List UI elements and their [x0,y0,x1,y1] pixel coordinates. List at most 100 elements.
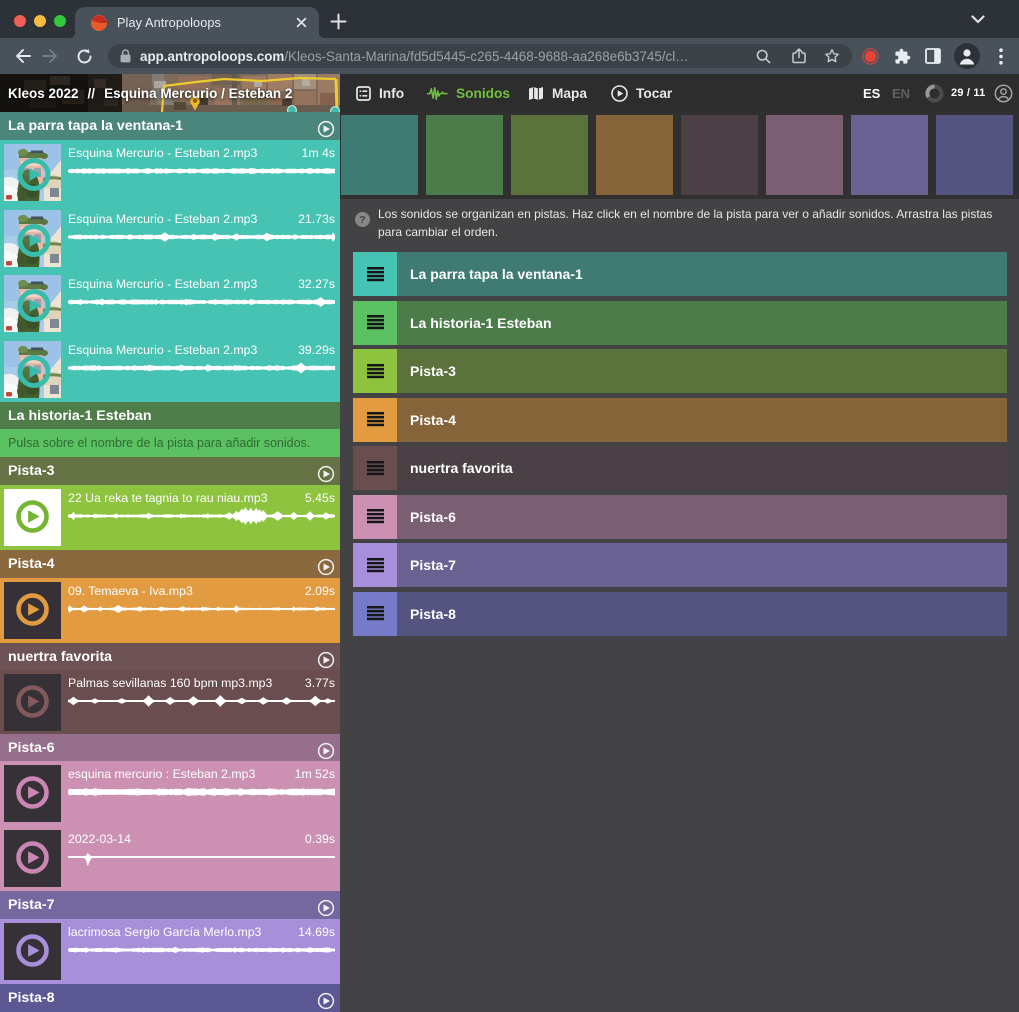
language-toggle-es[interactable]: ES [863,74,880,112]
clip-photo-thumbnail[interactable] [4,275,61,332]
track-row[interactable]: Pista-8 [353,592,1007,636]
track-row[interactable]: La parra tapa la ventana-1 [353,252,1007,296]
clip-thumbnail[interactable] [4,674,61,731]
clip-thumbnail[interactable] [4,489,61,546]
address-bar[interactable]: app.antropoloops.com/Kleos-Santa-Marina/… [108,44,852,68]
track-header[interactable]: La parra tapa la ventana-1 [0,112,340,140]
sonidos-waveform-icon [427,85,448,101]
loading-spinner [925,74,944,112]
track-header[interactable]: Pista-8 [0,984,340,1012]
sound-clip[interactable]: Esquina Mercurio - Esteban 2.mp321.73s [0,206,340,272]
clip-thumbnail[interactable] [4,765,61,822]
browser-tab[interactable]: Play Antropoloops [75,7,319,38]
track-row[interactable]: Pista-3 [353,349,1007,393]
clip-photo-thumbnail[interactable] [4,341,61,398]
sound-clip[interactable]: 09. Temaeva - Iva.mp32.09s [0,578,340,643]
language-toggle-en[interactable]: EN [892,74,910,112]
clip-thumbnail[interactable] [4,830,61,887]
track-header[interactable]: Pista-7 [0,891,340,919]
back-button[interactable] [8,38,36,74]
track-rows: La parra tapa la ventana-1 La historia-1 … [353,252,1007,640]
sound-clip[interactable]: esquina mercurio : Esteban 2.mp31m 52s [0,761,340,826]
track-row[interactable]: Pista-4 [353,398,1007,442]
track-play-icon[interactable] [317,742,335,760]
extensions-puzzle-icon[interactable] [890,38,914,74]
track-play-icon[interactable] [317,120,335,138]
nav-tab-sonidos[interactable]: Sonidos [427,74,510,112]
track-play-icon[interactable] [317,558,335,576]
breadcrumb-separator: // [88,86,96,101]
browser-menu-icon[interactable] [989,38,1013,74]
breadcrumb-project[interactable]: Kleos 2022 [8,86,79,101]
macos-close-button[interactable] [14,15,26,27]
drag-handle[interactable] [353,543,397,587]
macos-minimize-button[interactable] [34,15,46,27]
side-panel-icon[interactable] [921,38,945,74]
new-tab-button[interactable] [330,13,347,30]
nav-tab-tocar[interactable]: Tocar [611,74,672,112]
zoom-icon[interactable] [756,49,771,64]
tab-search-chevron-icon[interactable] [971,15,985,24]
track-row-label: Pista-6 [397,495,1007,539]
nav-label-info: Info [379,86,404,101]
track-header[interactable]: Pista-3 [0,457,340,485]
track-swatch[interactable] [511,115,588,195]
sound-clip[interactable]: 2022-03-140.39s [0,826,340,891]
track-swatch[interactable] [596,115,673,195]
track-row[interactable]: Pista-7 [353,543,1007,587]
sound-clip[interactable]: lacrimosa Sergio García Merlo.mp314.69s [0,919,340,984]
clip-photo-thumbnail[interactable] [4,144,61,201]
track-header[interactable]: nuertra favorita [0,643,340,670]
url-text[interactable]: app.antropoloops.com/Kleos-Santa-Marina/… [140,49,689,64]
tab-close-icon[interactable] [294,15,309,30]
track-row[interactable]: nuertra favorita [353,446,1007,490]
reload-button[interactable] [70,38,98,74]
sound-clip[interactable]: Palmas sevillanas 160 bpm mp3.mp33.77s [0,670,340,734]
macos-zoom-button[interactable] [54,15,66,27]
drag-handle[interactable] [353,398,397,442]
sound-clip[interactable]: Esquina Mercurio - Esteban 2.mp339.29s [0,337,340,403]
drag-handle[interactable] [353,349,397,393]
drag-handle[interactable] [353,446,397,490]
track-swatch[interactable] [681,115,758,195]
track-header[interactable]: Pista-4 [0,550,340,578]
sound-clip[interactable]: Esquina Mercurio - Esteban 2.mp31m 4s [0,140,340,206]
track-name: Pista-8 [8,990,55,1006]
clip-photo-thumbnail[interactable] [4,210,61,267]
track-play-icon[interactable] [317,465,335,483]
drag-handle[interactable] [353,592,397,636]
drag-handle-icon [367,558,384,573]
track-swatch[interactable] [426,115,503,195]
padlock-icon[interactable] [120,49,131,63]
recording-extension-icon[interactable] [858,38,882,74]
track-header[interactable]: Pista-6 [0,734,340,761]
sound-clip[interactable]: Esquina Mercurio - Esteban 2.mp332.27s [0,271,340,337]
drag-handle[interactable] [353,495,397,539]
track-row-label: La historia-1 Esteban [397,301,1007,345]
track-row[interactable]: Pista-6 [353,495,1007,539]
track-swatch[interactable] [341,115,418,195]
clip-thumbnail[interactable] [4,582,61,639]
track-row-label: La parra tapa la ventana-1 [397,252,1007,296]
bookmark-star-icon[interactable] [824,48,840,64]
drag-handle[interactable] [353,252,397,296]
sound-clip[interactable]: 22 Ua reka te tagnia to rau niau.mp35.45… [0,485,340,550]
track-header[interactable]: La historia-1 Esteban [0,402,340,429]
nav-tab-info[interactable]: Info [356,74,404,112]
track-row[interactable]: La historia-1 Esteban [353,301,1007,345]
track-swatch[interactable] [766,115,843,195]
clip-waveform [68,779,335,805]
track-swatch[interactable] [936,115,1013,195]
forward-button[interactable] [36,38,64,74]
track-swatch[interactable] [851,115,928,195]
track-play-icon[interactable] [317,899,335,917]
share-icon[interactable] [792,48,806,64]
drag-handle[interactable] [353,301,397,345]
breadcrumb: Kleos 2022 // Esquina Mercurio / Esteban… [8,74,292,112]
profile-avatar[interactable] [953,38,981,74]
clip-thumbnail[interactable] [4,923,61,980]
track-play-icon[interactable] [317,992,335,1010]
nav-tab-mapa[interactable]: Mapa [528,74,587,112]
track-play-icon[interactable] [317,651,335,669]
account-icon[interactable] [994,74,1013,112]
